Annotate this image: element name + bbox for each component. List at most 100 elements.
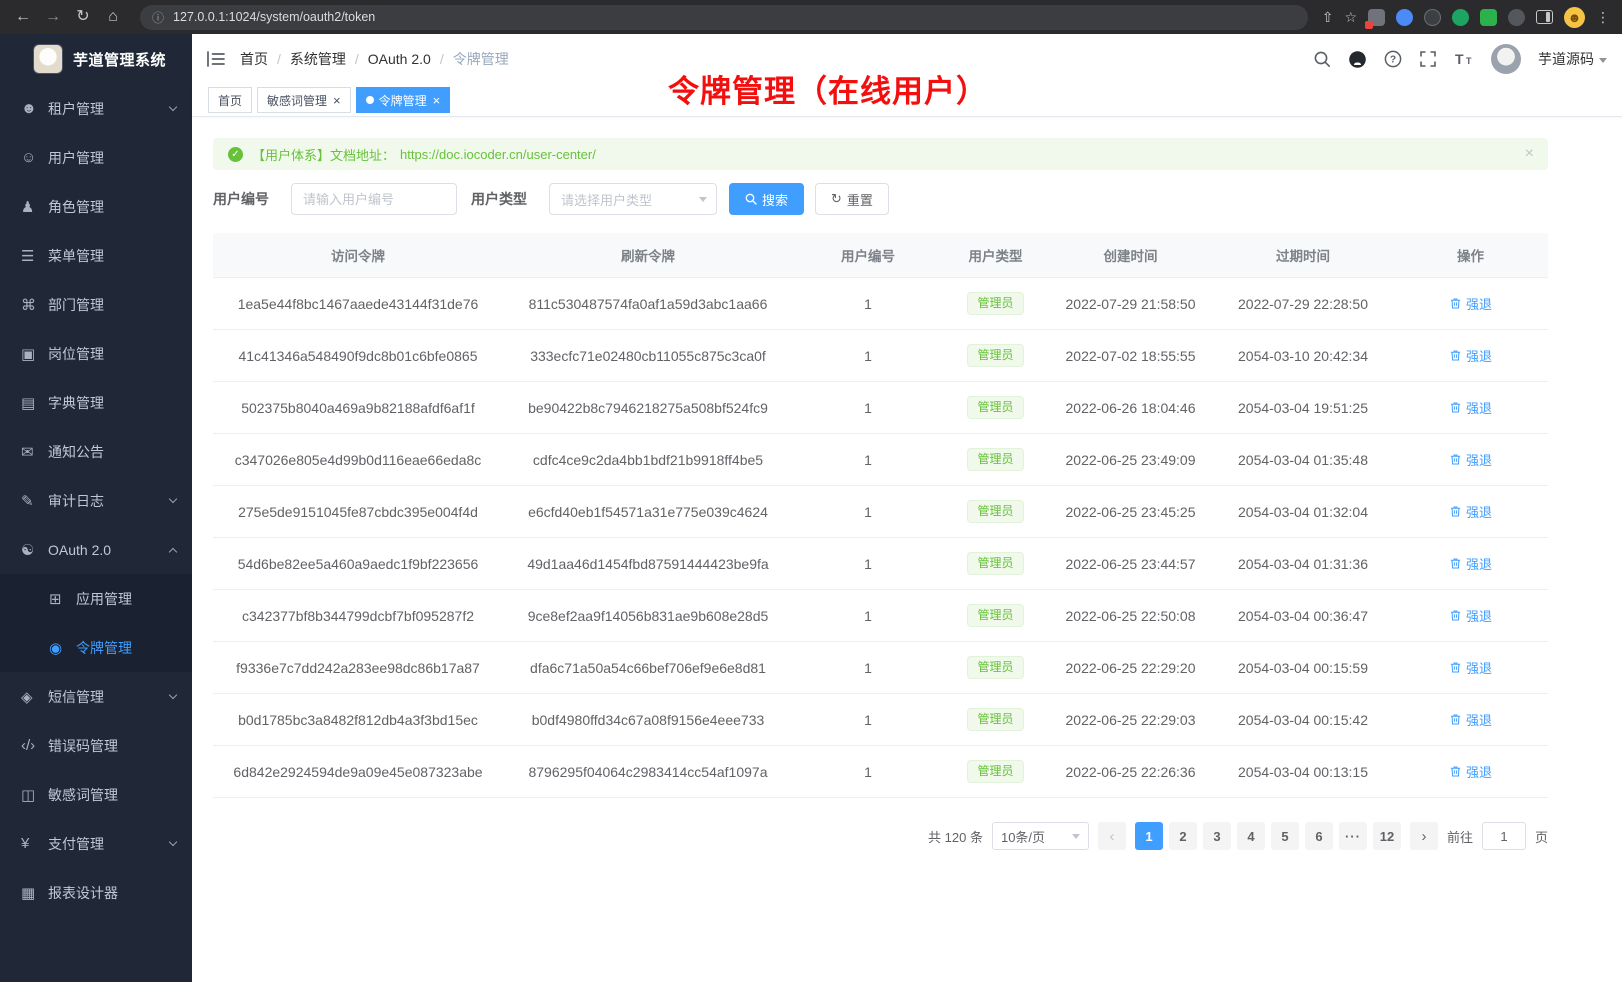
force-logout-button[interactable]: 强退 [1449, 658, 1492, 677]
user-type-badge: 管理员 [967, 448, 1023, 471]
user-type-select[interactable]: 请选择用户类型 [549, 183, 717, 215]
sidebar-item-report[interactable]: ▦报表设计器 [0, 868, 192, 917]
trash-icon [1449, 349, 1462, 362]
sidebar-item-label: 通知公告 [48, 442, 104, 462]
search-button[interactable]: 搜索 [729, 183, 804, 215]
prev-page-button[interactable]: ‹ [1098, 822, 1126, 850]
cell-user-id: 1 [793, 642, 943, 694]
sidebar-item-audit-log[interactable]: ✎审计日志 [0, 476, 192, 525]
department-icon: ⌘ [21, 296, 48, 314]
next-page-button[interactable]: › [1410, 822, 1438, 850]
reload-icon[interactable]: ↻ [70, 4, 96, 30]
page-button-4[interactable]: 4 [1237, 822, 1265, 850]
page-button-1[interactable]: 1 [1135, 822, 1163, 850]
force-logout-button[interactable]: 强退 [1449, 554, 1492, 573]
close-alert-icon[interactable]: × [1525, 145, 1534, 163]
tab-token[interactable]: 令牌管理× [356, 87, 451, 113]
page-button-5[interactable]: 5 [1271, 822, 1299, 850]
doc-link[interactable]: https://doc.iocoder.cn/user-center/ [400, 147, 596, 162]
sidebar-item-sensitive-word[interactable]: ◫敏感词管理 [0, 770, 192, 819]
cell-create-time: 2022-06-25 23:44:57 [1048, 538, 1213, 590]
breadcrumb-separator: / [440, 51, 444, 67]
cell-access-token: c342377bf8b344799dcbf7bf095287f2 [213, 590, 503, 642]
role-icon: ♟ [21, 198, 48, 216]
sidebar-item-token[interactable]: ◉令牌管理 [0, 623, 192, 672]
force-logout-button[interactable]: 强退 [1449, 606, 1492, 625]
goto-page-input[interactable] [1482, 822, 1526, 850]
collapse-sidebar-icon[interactable] [207, 51, 225, 67]
user-id-input[interactable] [291, 183, 457, 215]
tab-sensitive-word[interactable]: 敏感词管理× [257, 87, 351, 113]
share-icon[interactable]: ⇧ [1322, 9, 1334, 26]
sidebar-item-dept[interactable]: ⌘部门管理 [0, 280, 192, 329]
sidebar-item-payment[interactable]: ¥支付管理 [0, 819, 192, 868]
site-info-icon[interactable]: ⓘ [152, 9, 164, 26]
back-icon[interactable]: ← [10, 4, 36, 30]
sidebar-item-role[interactable]: ♟角色管理 [0, 182, 192, 231]
browser-menu-icon[interactable]: ⋮ [1596, 9, 1610, 26]
table-row: 275e5de9151045fe87cbdc395e004f4de6cfd40e… [213, 486, 1548, 538]
help-icon[interactable]: ? [1384, 50, 1402, 68]
page-button-2[interactable]: 2 [1169, 822, 1197, 850]
puzzle-extensions-icon[interactable] [1480, 9, 1497, 26]
app-logo-area[interactable]: 芋道管理系统 [0, 34, 192, 84]
force-logout-button[interactable]: 强退 [1449, 346, 1492, 365]
breadcrumb-item[interactable]: 首页 [240, 49, 268, 69]
extension-icon[interactable] [1396, 9, 1413, 26]
extension-icon[interactable] [1368, 9, 1385, 26]
profile-avatar[interactable]: ☻ [1564, 7, 1585, 28]
fullscreen-icon[interactable] [1419, 50, 1437, 68]
force-logout-button[interactable]: 强退 [1449, 450, 1492, 469]
font-size-icon[interactable]: TT [1454, 50, 1474, 68]
split-screen-icon[interactable] [1536, 10, 1553, 24]
sidebar-item-notice[interactable]: ✉通知公告 [0, 427, 192, 476]
sidebar-item-app[interactable]: ⊞应用管理 [0, 574, 192, 623]
sidebar-item-post[interactable]: ▣岗位管理 [0, 329, 192, 378]
breadcrumb-item[interactable]: 系统管理 [290, 49, 346, 69]
bookmark-star-icon[interactable]: ☆ [1344, 9, 1357, 26]
force-logout-button[interactable]: 强退 [1449, 294, 1492, 313]
sidebar-item-sms[interactable]: ◈短信管理 [0, 672, 192, 721]
chevron-down-icon [169, 691, 177, 699]
force-logout-button[interactable]: 强退 [1449, 710, 1492, 729]
force-logout-button[interactable]: 强退 [1449, 762, 1492, 781]
breadcrumb-item[interactable]: OAuth 2.0 [368, 51, 431, 67]
close-tab-icon[interactable]: × [333, 94, 341, 107]
page-button-3[interactable]: 3 [1203, 822, 1231, 850]
pager-more-button[interactable]: ··· [1339, 822, 1367, 850]
svg-text:T: T [1466, 56, 1472, 66]
page-size-select[interactable]: 10条/页 [992, 822, 1089, 850]
extension-icon[interactable] [1424, 9, 1441, 26]
user-menu[interactable]: 芋道源码 [1538, 49, 1607, 69]
extension-icon[interactable] [1508, 9, 1525, 26]
sidebar-item-oauth[interactable]: ☯OAuth 2.0 [0, 525, 192, 574]
column-header: 访问令牌 [213, 233, 503, 278]
sidebar-item-tenant[interactable]: ☻租户管理 [0, 84, 192, 133]
reset-button[interactable]: ↻ 重置 [815, 183, 889, 215]
sidebar-item-error-code[interactable]: ‹/›错误码管理 [0, 721, 192, 770]
cell-user-id: 1 [793, 434, 943, 486]
address-bar[interactable]: ⓘ 127.0.0.1:1024/system/oauth2/token [140, 5, 1308, 30]
close-tab-icon[interactable]: × [433, 94, 441, 107]
extension-icon[interactable] [1452, 9, 1469, 26]
search-icon[interactable] [1313, 50, 1331, 68]
app-title: 芋道管理系统 [73, 49, 166, 70]
token-icon: ◉ [49, 639, 76, 657]
page-button-12[interactable]: 12 [1373, 822, 1401, 850]
column-header: 创建时间 [1048, 233, 1213, 278]
tab-home[interactable]: 首页 [208, 87, 252, 113]
sidebar-item-label: 短信管理 [48, 687, 104, 707]
page-button-6[interactable]: 6 [1305, 822, 1333, 850]
force-logout-button[interactable]: 强退 [1449, 398, 1492, 417]
sidebar-item-menu[interactable]: ☰菜单管理 [0, 231, 192, 280]
home-icon[interactable]: ⌂ [100, 4, 126, 30]
sidebar-item-user[interactable]: ☺用户管理 [0, 133, 192, 182]
user-avatar[interactable] [1491, 44, 1521, 74]
sidebar-item-dict[interactable]: ▤字典管理 [0, 378, 192, 427]
chevron-down-icon [169, 495, 177, 503]
forward-icon[interactable]: → [40, 4, 66, 30]
browser-toolbar-right: ⇧ ☆ ☻ ⋮ [1322, 7, 1612, 28]
force-logout-button[interactable]: 强退 [1449, 502, 1492, 521]
github-icon[interactable] [1348, 50, 1367, 69]
cell-create-time: 2022-06-25 22:26:36 [1048, 746, 1213, 798]
